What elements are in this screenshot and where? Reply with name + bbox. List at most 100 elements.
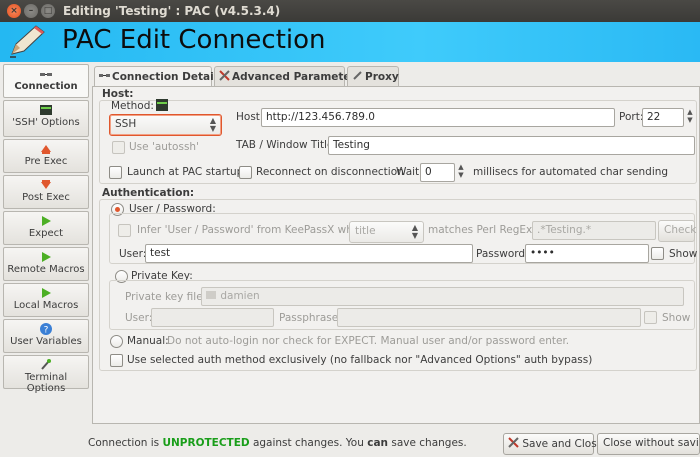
host-input[interactable]: http://123.456.789.0 (261, 108, 615, 127)
method-label: Method: (111, 100, 154, 112)
close-without-saving-button[interactable]: Close without saving (597, 433, 700, 455)
use-autossh-checkbox[interactable] (112, 141, 125, 154)
passphrase-input[interactable] (337, 308, 641, 327)
help-icon: ? (40, 323, 52, 336)
user-input[interactable]: test (145, 244, 473, 263)
tab-advanced-parameters[interactable]: Advanced Parameters (214, 66, 362, 86)
wait-input[interactable]: 0 (420, 163, 455, 182)
launch-startup-checkbox[interactable] (109, 166, 122, 179)
sidebar-item-post-exec[interactable]: Post Exec (3, 175, 89, 209)
method-select[interactable]: SSH ▲ ▼ (109, 114, 222, 136)
check-button[interactable]: Check (658, 220, 696, 242)
post-exec-icon (41, 180, 51, 189)
infer-keepassx-checkbox[interactable] (118, 224, 131, 237)
private-key-file-chooser[interactable]: damien (201, 287, 684, 306)
sidebar-item-user-variables[interactable]: ? User Variables (3, 319, 89, 353)
tab-connection-details[interactable]: Connection Details (94, 66, 224, 87)
status-suffix: save changes. (391, 437, 467, 449)
show-password-label: Show (669, 248, 698, 260)
pk-user-label: User: (125, 312, 153, 324)
regexp-input[interactable]: .*Testing.* (532, 221, 656, 240)
launch-startup-label: Launch at PAC startup (127, 166, 244, 178)
infer-field-value: title (355, 225, 376, 237)
password-label: Password: (476, 248, 529, 260)
play-icon (42, 216, 51, 226)
host-label: Host: (236, 111, 264, 123)
banner-title: PAC Edit Connection (62, 25, 326, 55)
status-mid: against changes. You (252, 437, 364, 449)
manual-description: Do not auto-login nor check for EXPECT. … (167, 335, 570, 347)
tab-label: Proxy (365, 71, 399, 83)
sidebar-item-label: Terminal Options (24, 372, 68, 394)
manual-label: Manual: (127, 335, 169, 347)
window-maximize-button[interactable]: □ (41, 4, 55, 18)
sidebar-item-label: Pre Exec (24, 156, 68, 167)
save-and-close-button[interactable]: Save and Close (503, 433, 603, 455)
tools-icon (508, 437, 519, 448)
tab-title-input[interactable]: Testing (328, 136, 695, 155)
window-minimize-button[interactable]: – (24, 4, 38, 18)
pencil-icon (10, 25, 45, 58)
window-close-button[interactable]: × (7, 4, 21, 18)
chevron-updown-icon: ▲ ▼ (209, 116, 216, 133)
infer-keepassx-label: Infer 'User / Password' from KeePassX wh… (137, 224, 374, 236)
sidebar-item-label: 'SSH' Options (12, 117, 80, 128)
sidebar-item-label: Local Macros (13, 300, 79, 311)
tab-title-label: TAB / Window Title: (236, 139, 337, 151)
password-input[interactable]: •••• (525, 244, 649, 263)
authentication-section-title: Authentication: (102, 187, 195, 199)
sidebar-item-label: Post Exec (22, 192, 70, 203)
sidebar-item-label: Expect (28, 228, 64, 239)
private-key-file-value: damien (220, 290, 260, 302)
connection-details-panel: Host: Method: SSH ▲ ▼ Use 'autossh' Host:… (92, 86, 700, 424)
sidebar-item-local-macros[interactable]: Local Macros (3, 283, 89, 317)
port-stepper[interactable]: ▲ ▼ (683, 108, 697, 127)
ssh-icon (156, 99, 168, 111)
pk-show-checkbox[interactable] (644, 311, 657, 324)
manual-radio[interactable] (110, 335, 123, 348)
sidebar-item-connection[interactable]: Connection (3, 64, 89, 98)
host-section-title: Host: (102, 88, 134, 100)
sidebar-item-terminal-options[interactable]: Terminal Options (3, 355, 89, 394)
sidebar-item-label: Remote Macros (7, 264, 85, 275)
sidebar-item-label: Connection (14, 81, 78, 92)
save-and-close-label: Save and Close (522, 438, 604, 450)
status-prefix: Connection is (88, 437, 160, 449)
port-label: Port: (619, 111, 644, 123)
wait-suffix-label: millisecs for automated char sending (473, 166, 669, 178)
tools-icon (219, 70, 230, 81)
terminal-icon (41, 359, 51, 370)
tab-proxy[interactable]: Proxy (347, 66, 399, 86)
wait-stepper[interactable]: ▲ ▼ (454, 163, 468, 182)
port-input[interactable]: 22 (642, 108, 684, 127)
sidebar-item-remote-macros[interactable]: Remote Macros (3, 247, 89, 281)
sidebar-item-expect[interactable]: Expect (3, 211, 89, 245)
reconnect-checkbox[interactable] (239, 166, 252, 179)
tab-label: Advanced Parameters (232, 71, 362, 83)
window-title: Editing 'Testing' : PAC (v4.5.3.4) (63, 4, 281, 18)
play-icon (42, 252, 51, 262)
protection-status: Connection is UNPROTECTED against change… (88, 437, 467, 449)
sidebar-item-ssh-options[interactable]: 'SSH' Options (3, 100, 89, 137)
chevron-updown-icon: ▲ ▼ (411, 223, 418, 240)
show-password-checkbox[interactable] (651, 247, 664, 260)
auth-exclusive-checkbox[interactable] (110, 354, 123, 367)
tab-label: Connection Details (112, 71, 224, 83)
pre-exec-icon (41, 145, 51, 154)
file-icon (206, 291, 216, 299)
user-label: User: (119, 248, 147, 260)
proxy-icon (353, 71, 362, 80)
svg-text:?: ? (44, 326, 49, 336)
connection-icon (99, 74, 110, 77)
sidebar-item-label: User Variables (10, 336, 82, 347)
infer-field-select[interactable]: title ▲ ▼ (349, 221, 424, 243)
sidebar-item-pre-exec[interactable]: Pre Exec (3, 139, 89, 173)
reconnect-label: Reconnect on disconnection (256, 166, 404, 178)
connection-icon (40, 73, 52, 76)
pk-show-label: Show (662, 312, 691, 324)
use-autossh-label: Use 'autossh' (129, 141, 199, 153)
passphrase-label: Passphrase: (279, 312, 342, 324)
pk-user-input[interactable] (151, 308, 274, 327)
private-key-file-label: Private key file: (125, 291, 207, 303)
status-state: UNPROTECTED (162, 437, 250, 449)
